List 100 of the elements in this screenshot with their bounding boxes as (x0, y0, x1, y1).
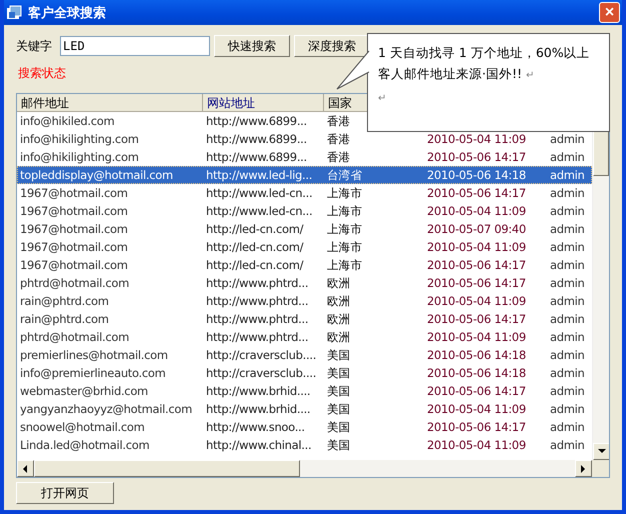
table-cell-text: http://www.phtrd... (205, 312, 310, 326)
table-cell-text: Linda.led@hotmail.com (19, 438, 150, 452)
table-cell-text: 香港 (326, 132, 352, 146)
table-cell-text: 欧洲 (326, 276, 352, 290)
table-cell-text: 美国 (326, 438, 352, 452)
table-cell-text: 2010-05-06 14:17 (426, 186, 527, 200)
table-cell-text: 欧洲 (326, 330, 352, 344)
table-cell-text: admin (549, 312, 586, 326)
search-button[interactable]: 深度搜索 (294, 35, 370, 57)
table-cell-text: http://www.brhid.... (205, 402, 312, 416)
table-cell-text: snoowel@hotmail.com (19, 420, 146, 434)
table-cell-text: http://craversclub.... (205, 348, 318, 362)
search-button[interactable]: 快速搜索 (214, 35, 290, 57)
table-cell-text: 台湾省 (326, 168, 364, 182)
table-cell-text: http://www.phtrd... (205, 294, 310, 308)
table-cell-text: 2010-05-06 14:18 (426, 366, 527, 380)
table-cell-text: http://led-cn.com/ (205, 258, 304, 272)
table-cell-text: 1967@hotmail.com (19, 186, 129, 200)
table-cell-text: 2010-05-04 11:09 (426, 132, 527, 146)
table-cell-text: admin (549, 168, 586, 182)
table-row[interactable]: snoowel@hotmail.com http://www.snoo... 美国 2010-05-06 14:17 admin (17, 418, 592, 436)
callout-text: ↵ (378, 92, 388, 106)
table-cell-text: http://www.snoo... (205, 420, 306, 434)
table-row[interactable]: rain@phtrd.com http://www.phtrd... 欧洲 2010-05-06 14:17 admin (17, 310, 592, 328)
table-cell-text: yangyanzhaoyyz@hotmail.com (19, 402, 194, 416)
table-cell-text: topleddisplay@hotmail.com (19, 168, 174, 182)
table-cell-text: http://www.phtrd... (205, 330, 310, 344)
table-row[interactable]: 1967@hotmail.com http://led-cn.com/ 上海市 2010-05-06 14:17 admin (17, 256, 592, 274)
table-cell-text: info@hikilighting.com (19, 132, 140, 146)
table-cell-text: 1967@hotmail.com (19, 222, 129, 236)
table-cell-text: 2010-05-04 11:09 (426, 294, 527, 308)
table-cell-text: phtrd@hotmail.com (19, 276, 130, 290)
table-row[interactable]: 1967@hotmail.com http://www.led-cn... 上海市 2010-05-06 14:17 admin (17, 184, 592, 202)
table-row[interactable]: info@hikilighting.com http://www.6899... 香港 2010-05-06 14:17 admin (17, 148, 592, 166)
table-row[interactable]: yangyanzhaoyyz@hotmail.com http://www.brhid.... 美国 2010-05-04 11:09 admin (17, 400, 592, 418)
table-cell-text: 2010-05-06 14:18 (426, 168, 527, 182)
table-row[interactable]: 1967@hotmail.com http://led-cn.com/ 上海市 2010-05-04 11:09 admin (17, 238, 592, 256)
table-cell-text: admin (549, 420, 586, 434)
table-cell-text: http://www.6899... (205, 114, 308, 128)
table-cell-text: info@premierlineauto.com (19, 366, 167, 380)
table-cell-text: admin (549, 150, 586, 164)
window-title: 客户全球搜索 (28, 4, 106, 22)
table-cell-text: http://led-cn.com/ (205, 222, 304, 236)
table-row[interactable]: premierlines@hotmail.com http://craversclub.... 美国 2010-05-06 14:18 admin (17, 346, 592, 364)
table-cell-text: http://www.6899... (205, 132, 308, 146)
table-row[interactable]: webmaster@brhid.com http://www.brhid.... 美国 2010-05-06 14:17 admin (17, 382, 592, 400)
table-cell-text: 上海市 (326, 258, 364, 272)
table-cell-text: 上海市 (326, 186, 364, 200)
table-cell-text: 2010-05-06 14:17 (426, 258, 527, 272)
table-cell-text: 1967@hotmail.com (19, 240, 129, 254)
table-cell-text: 2010-05-04 11:09 (426, 240, 527, 254)
table-cell-text: admin (549, 240, 586, 254)
scrollbar-thumb[interactable] (34, 460, 300, 477)
table-cell-text: rain@phtrd.com (19, 294, 110, 308)
table-cell-text: 2010-05-06 14:17 (426, 420, 527, 434)
table-cell-text: admin (549, 294, 586, 308)
table-row[interactable]: phtrd@hotmail.com http://www.phtrd... 欧洲 2010-05-06 14:17 admin (17, 274, 592, 292)
table-row[interactable]: info@hikilighting.com http://www.6899... 香港 2010-05-04 11:09 admin (17, 130, 592, 148)
table-cell-text: 2010-05-04 11:09 (426, 438, 527, 452)
table-cell-text: admin (549, 258, 586, 272)
table-cell-text: 2010-05-04 11:09 (426, 402, 527, 416)
table-cell-text: http://www.led-lig... (205, 168, 314, 182)
table-cell-text: 2010-05-06 14:17 (426, 384, 527, 398)
table-cell-text: admin (549, 366, 586, 380)
close-button[interactable]: × (599, 2, 620, 23)
table-cell-text: 上海市 (326, 222, 364, 236)
table-cell-text: webmaster@brhid.com (19, 384, 149, 398)
search-status: 搜索状态 (18, 65, 66, 82)
table-cell-text: 2010-05-06 14:17 (426, 312, 527, 326)
table-cell-text: admin (549, 222, 586, 236)
table-row[interactable]: Linda.led@hotmail.com http://www.chinal... 美国 2010-05-04 11:09 admin (17, 436, 592, 454)
table-cell-text: 香港 (326, 114, 352, 128)
table-cell-text: http://www.phtrd... (205, 276, 310, 290)
table-cell-text: 美国 (326, 420, 352, 434)
table-cell-text: admin (549, 186, 586, 200)
table-cell-text: 2010-05-06 14:17 (426, 276, 527, 290)
table-cell-text: 美国 (326, 366, 352, 380)
horizontal-scrollbar[interactable] (17, 460, 592, 477)
open-webpage-button[interactable]: 打开网页 (16, 482, 114, 504)
table-row[interactable]: info@premierlineauto.com http://craversclub.... 美国 2010-05-06 14:18 admin (17, 364, 592, 382)
table-cell-text: admin (549, 402, 586, 416)
table-cell-text: 2010-05-04 11:09 (426, 330, 527, 344)
table-row[interactable]: topleddisplay@hotmail.com http://www.led-lig... 台湾省 2010-05-06 14:18 admin (17, 166, 592, 184)
column-header[interactable]: 邮件地址 (17, 94, 203, 112)
table-cell-text: 2010-05-06 14:18 (426, 348, 527, 362)
table-cell-text: http://www.chinal... (205, 438, 312, 452)
table-cell-text: 2010-05-06 14:17 (426, 150, 527, 164)
table-cell-text: admin (549, 204, 586, 218)
table-row[interactable]: rain@phtrd.com http://www.phtrd... 欧洲 2010-05-04 11:09 admin (17, 292, 592, 310)
table-cell-text: admin (549, 438, 586, 452)
table-cell-text: 上海市 (326, 204, 364, 218)
table-cell-text: rain@phtrd.com (19, 312, 110, 326)
table-cell-text: admin (549, 348, 586, 362)
column-header[interactable]: 网站地址 (203, 94, 324, 112)
scrollbar-corner (592, 460, 609, 477)
keyword-field[interactable]: LED (60, 36, 210, 56)
table-cell-text: http://craversclub.... (205, 366, 318, 380)
table-row[interactable]: phtrd@hotmail.com http://www.phtrd... 欧洲 2010-05-04 11:09 admin (17, 328, 592, 346)
table-row[interactable]: 1967@hotmail.com http://www.led-cn... 上海市 2010-05-04 11:09 admin (17, 202, 592, 220)
table-row[interactable]: 1967@hotmail.com http://led-cn.com/ 上海市 2010-05-07 09:40 admin (17, 220, 592, 238)
